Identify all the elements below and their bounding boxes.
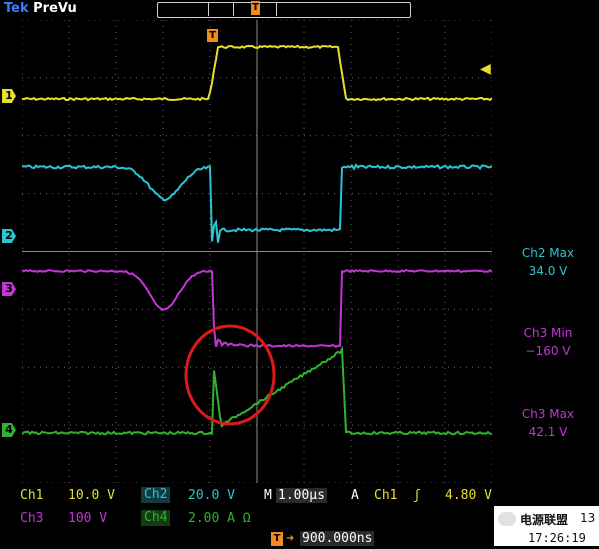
date-readout: 13 [580, 511, 596, 525]
horizontal-scale-value: 1.00µs [276, 488, 327, 503]
ch2-scale-name[interactable]: Ch2 [141, 487, 171, 503]
record-view-bar [157, 2, 411, 18]
horizontal-scale-readout[interactable]: M [264, 488, 272, 503]
brand-label: Tek [4, 1, 29, 16]
ch1-scale-name: Ch1 [20, 488, 44, 503]
horizontal-label: M [264, 488, 272, 503]
trigger-level-arrow-icon[interactable]: ◀ [480, 62, 491, 76]
ch4-ground-marker[interactable]: 4 [2, 423, 16, 437]
trigger-position-marker[interactable]: T [207, 29, 218, 42]
ch1-ground-marker[interactable]: 1 [2, 89, 16, 103]
trigger-level: 4.80 V [445, 488, 492, 503]
trigger-source[interactable]: Ch1 [374, 488, 397, 503]
status-bar: Tek PreVu T [0, 0, 599, 20]
ch4-scale-value: 2.00 A Ω [188, 511, 251, 526]
ch3-ground-marker[interactable]: 3 [2, 282, 16, 296]
ch1-scale-value: 10.0 V [68, 488, 115, 503]
ch2-scale-value: 20.0 V [188, 488, 235, 503]
measurement-label: Ch3 Max [521, 407, 575, 421]
measurement-ch3-max: Ch3 Max 42.1 V [500, 405, 596, 441]
ch1-scale-readout[interactable]: Ch1 [20, 488, 43, 503]
measurement-label: Ch2 Max [521, 246, 575, 260]
waveform-display [22, 20, 492, 483]
ch4-scale-name[interactable]: Ch4 [141, 510, 171, 526]
position-trigger-icon: T [271, 532, 283, 546]
trigger-slope-icon: ʃ [413, 488, 421, 503]
record-trigger-marker: T [251, 1, 260, 15]
position-arrow-icon: ➜ [286, 533, 295, 544]
measurement-value: 42.1 V [528, 425, 568, 439]
time-readout: 17:26:19 [528, 531, 586, 545]
horizontal-position-value[interactable]: 900.000ns [300, 531, 375, 546]
measurement-value: −160 V [525, 344, 571, 358]
record-view-divider [276, 2, 277, 16]
watermark-text: 电源联盟 [520, 513, 569, 527]
ch2-ground-marker[interactable]: 2 [2, 229, 16, 243]
trigger-mode: A [351, 488, 359, 503]
measurement-label: Ch3 Min [523, 326, 573, 340]
record-view-divider [208, 2, 209, 16]
measurement-ch3-min: Ch3 Min −160 V [500, 324, 596, 360]
status-label: Tek PreVu [4, 1, 77, 16]
measurement-ch2-max: Ch2 Max 34.0 V [500, 244, 596, 280]
ch3-scale-value: 100 V [68, 511, 108, 526]
record-view-divider [233, 2, 234, 16]
measurement-value: 34.0 V [528, 264, 568, 278]
wechat-icon [498, 512, 516, 526]
acquisition-mode: PreVu [33, 1, 77, 16]
ch3-scale-name[interactable]: Ch3 [20, 511, 43, 526]
